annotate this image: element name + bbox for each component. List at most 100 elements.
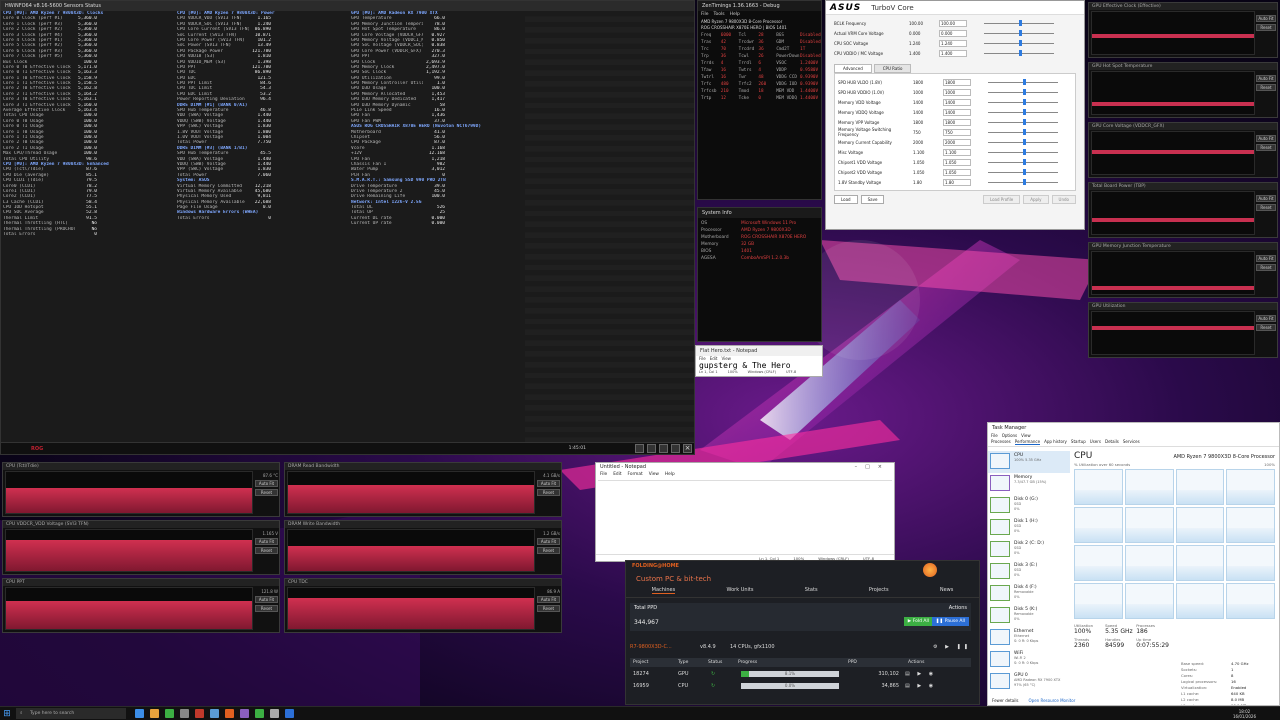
auto-fit-button[interactable]: Auto Fit [1256,195,1276,202]
voltage-input[interactable]: 0.000 [939,29,967,37]
taskbar-app-icon[interactable] [135,709,144,718]
auto-fit-button[interactable]: Auto Fit [537,596,560,603]
perf-item-memory[interactable]: Memory 7.3/47.7 GB (15%) [988,473,1070,495]
voltage-input[interactable]: 1.100 [943,148,971,156]
voltage-slider[interactable] [984,50,1054,56]
work-unit-row[interactable]: 16959 CPU ↻ 0.0% 34,865 ▤ ▶ ◉ [630,680,971,692]
graph-title[interactable]: CPU TDC [285,579,561,586]
reset-button[interactable]: Reset [1256,24,1276,31]
graph-title[interactable]: GPU Memory Junction Temperature [1089,243,1277,250]
voltage-slider[interactable] [988,139,1058,145]
sensor-graph-window[interactable]: CPU VDDCR_VDD Voltage (SVI3 TFN) 1.165 V… [2,520,280,575]
reset-button[interactable]: Reset [537,605,560,612]
taskbar-app-icon[interactable] [240,709,249,718]
voltage-input[interactable]: 1400 [943,98,971,106]
column-header[interactable]: Type [675,660,705,665]
auto-fit-button[interactable]: Auto Fit [537,538,560,545]
column-header[interactable]: Status [705,660,735,665]
menu-tools[interactable]: Tools [714,12,725,17]
graph-title[interactable]: DRAM Write Bandwidth [285,521,561,528]
menu-file[interactable]: File [701,12,709,17]
tab-work-units[interactable]: Work Units [726,587,753,594]
voltage-input[interactable]: 1.400 [939,49,967,57]
start-icon[interactable]: ⊞ [0,707,14,720]
machine-controls[interactable]: ⚙ ▶ ❚❚ [933,644,971,650]
auto-fit-button[interactable]: Auto Fit [255,596,278,603]
reset-button[interactable]: Reset [255,605,278,612]
column-header[interactable]: Actions [905,660,945,665]
auto-fit-button[interactable]: Auto Fit [1256,255,1276,262]
taskbar-app-icon[interactable] [225,709,234,718]
unit-actions[interactable]: ▤ ▶ ◉ [905,671,945,677]
tab-stats[interactable]: Stats [805,587,818,594]
graph-title[interactable]: Total Board Power (TBP) [1089,183,1277,190]
reset-button[interactable]: Reset [1256,204,1276,211]
menu-edit[interactable]: Edit [613,472,621,477]
voltage-slider[interactable] [988,109,1058,115]
voltage-input[interactable]: 100.00 [939,19,967,27]
turbov-window[interactable]: ASUS TurboV Core BCLK Frequency 100.00 1… [825,0,1085,230]
perf-item-disk-4-f[interactable]: Disk 4 (F:) Removable 0% [988,583,1070,605]
auto-fit-button[interactable]: Auto Fit [537,480,560,487]
unit-actions[interactable]: ▤ ▶ ◉ [905,683,945,689]
voltage-slider[interactable] [988,79,1058,85]
gpu-graph-window[interactable]: Total Board Power (TBP) Auto Fit Reset [1088,182,1278,238]
voltage-input[interactable]: 1800 [943,78,971,86]
column-header[interactable]: Project [630,660,675,665]
gpu-graph-window[interactable]: GPU Core Voltage (VDDCR_GFX) Auto Fit Re… [1088,122,1278,178]
menu-options[interactable]: Options [1002,433,1017,438]
hwinfo-column-4[interactable] [525,11,694,442]
fewer-details-link[interactable]: Fewer details [992,698,1019,703]
clock-reset-icon[interactable] [647,444,656,453]
taskbar-app-icon[interactable] [150,709,159,718]
perf-item-disk-3-e[interactable]: Disk 3 (E:) SSD 0% [988,561,1070,583]
load-button[interactable]: Load [834,195,858,204]
menu-file[interactable]: File [600,472,607,477]
voltage-slider[interactable] [984,40,1054,46]
sensor-row[interactable]: Current UP rate 0.000 [351,221,523,226]
voltage-slider[interactable] [988,159,1058,165]
auto-fit-button[interactable]: Auto Fit [255,480,278,487]
reset-button[interactable]: Reset [255,489,278,496]
apply-button[interactable]: Apply [1023,195,1049,204]
tab-users[interactable]: Users [1090,439,1101,445]
taskbar-app-icon[interactable] [255,709,264,718]
zentimings-titlebar[interactable]: ZenTimings 1.36.1663 - Debug [698,1,821,11]
voltage-input[interactable]: 1.050 [943,158,971,166]
zentimings-window[interactable]: ZenTimings 1.36.1663 - Debug File Tools … [697,0,822,200]
tab-details[interactable]: Details [1105,439,1119,445]
hwinfo-titlebar[interactable]: HWiNFO64 v8.16-5600 Sensors Status [1,1,694,11]
graph-title[interactable]: GPU Utilization [1089,303,1277,310]
small-notepad-titlebar[interactable]: Flat Hero.txt - Notepad [696,346,822,356]
sensor-graph-window[interactable]: DRAM Write Bandwidth 1.2 GB/s Auto Fit R… [284,520,562,575]
tab-machines[interactable]: Machines [651,587,676,594]
menu-file[interactable]: File [991,433,998,438]
voltage-input[interactable]: 1.240 [939,39,967,47]
taskbar-app-icon[interactable] [195,709,204,718]
auto-fit-button[interactable]: Auto Fit [1256,135,1276,142]
menu-format[interactable]: Format [628,472,643,477]
graph-title[interactable]: GPU Core Voltage (VDDCR_GFX) [1089,123,1277,130]
perf-item-ethernet[interactable]: Ethernet Ethernet S: 0 R: 0 Kbps [988,627,1070,649]
notepad-text-area[interactable] [598,480,892,553]
load-profile-button[interactable]: Load Profile [982,195,1021,204]
reset-button[interactable]: Reset [255,547,278,554]
undo-button[interactable]: Undo [1051,195,1076,204]
tab-cpu-ratio[interactable]: CPU Ratio [873,64,912,73]
reset-button[interactable]: Reset [537,489,560,496]
auto-fit-button[interactable]: Auto Fit [1256,75,1276,82]
taskbar-app-icon[interactable] [270,709,279,718]
perf-item-disk-2-c-d[interactable]: Disk 2 (C: D:) SSD 0% [988,539,1070,561]
hwinfo-column-2[interactable]: CPU [#0]: AMD Ryzen 7 9800X3D: Power CPU … [177,11,349,442]
small-notepad-text[interactable]: gupsterg & The Hero [696,361,822,370]
voltage-input[interactable]: 1.050 [943,168,971,176]
voltage-input[interactable]: 1.80 [943,178,971,186]
clock[interactable]: 18:02 16/01/2026 [1233,709,1256,719]
log-icon[interactable] [659,444,668,453]
taskbar-app-icon[interactable] [180,709,189,718]
fah-window[interactable]: FOLDING@HOME Custom PC & bit-tech Machin… [625,560,980,705]
voltage-slider[interactable] [988,89,1058,95]
menu-view[interactable]: View [1021,433,1031,438]
gpu-graph-window[interactable]: GPU Hot Spot Temperature Auto Fit Reset [1088,62,1278,118]
auto-fit-button[interactable]: Auto Fit [255,538,278,545]
